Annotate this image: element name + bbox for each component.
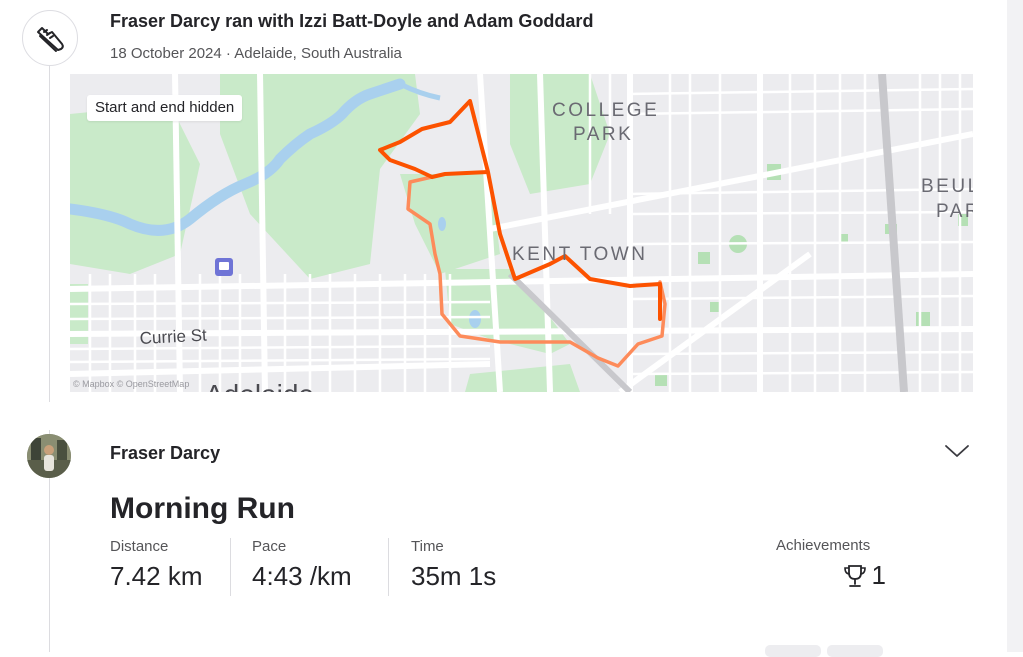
stat-distance: Distance 7.42 km [110, 538, 203, 592]
map-label-beul: BEUL [921, 176, 973, 197]
stat-pace: Pace 4:43 /km [252, 538, 352, 592]
feed-timeline [49, 60, 50, 652]
stat-value: 35m 1s [411, 561, 497, 591]
stat-value: 7.42 km [110, 561, 203, 591]
group-activity-title[interactable]: Fraser Darcy ran with Izzi Batt-Doyle an… [110, 11, 593, 32]
action-button-placeholder[interactable] [765, 645, 821, 657]
stat-divider [230, 538, 231, 596]
group-activity-meta: 18 October 2024 · Adelaide, South Austra… [110, 45, 402, 62]
map-label-par: PAR [936, 201, 973, 222]
map-label-kent-town: KENT TOWN [512, 244, 647, 265]
timeline-gap [40, 402, 60, 430]
avatar[interactable] [27, 434, 71, 478]
stat-time: Time 35m 1s [411, 538, 496, 592]
page-edge [1007, 0, 1023, 652]
stat-label: Time [411, 538, 444, 555]
activity-title[interactable]: Morning Run [110, 492, 295, 526]
stat-label: Pace [252, 538, 287, 555]
trophy-icon [843, 564, 866, 587]
stat-value: 4:43 /km [252, 561, 352, 591]
map-canvas: COLLEGE PARK KENT TOWN BEUL PAR Currie S… [70, 74, 973, 392]
achievements-label: Achievements [776, 537, 871, 554]
map-label-college: COLLEGE [552, 100, 659, 121]
map-label-park: PARK [573, 124, 633, 145]
achievements[interactable]: Achievements 1 [776, 537, 886, 591]
chevron-down-icon[interactable] [943, 440, 971, 462]
map-label-currie-st: Currie St [139, 325, 207, 347]
athlete-name[interactable]: Fraser Darcy [110, 443, 220, 464]
route-map[interactable]: COLLEGE PARK KENT TOWN BEUL PAR Currie S… [70, 74, 973, 392]
action-button-placeholder[interactable] [827, 645, 883, 657]
running-shoe-icon [22, 10, 78, 66]
achievements-count: 1 [871, 560, 886, 590]
stat-divider [388, 538, 389, 596]
map-attribution: © Mapbox © OpenStreetMap [73, 379, 190, 389]
privacy-notice: Start and end hidden [87, 95, 243, 121]
map-label-adelaide: Adelaide [205, 379, 314, 392]
stat-label: Distance [110, 538, 169, 555]
